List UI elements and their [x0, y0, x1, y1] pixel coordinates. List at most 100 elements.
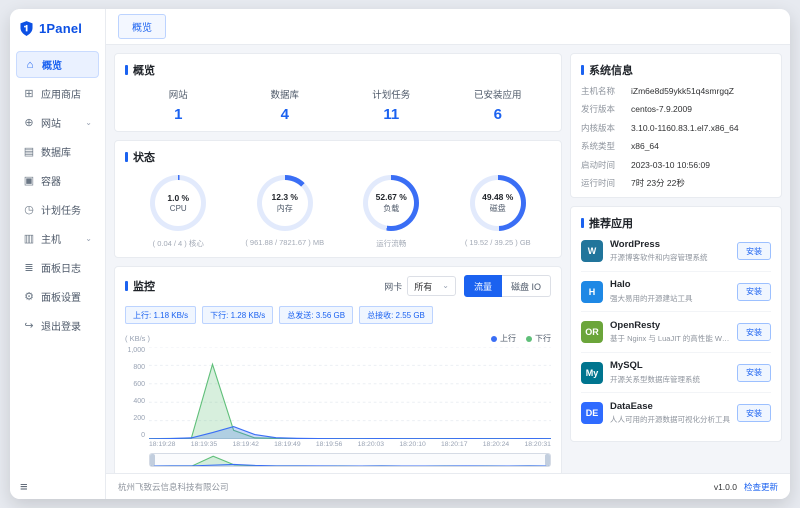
monitor-controls: 网卡 所有 ⌄ 流量 磁盘 IO — [384, 275, 551, 297]
sidebar-item-app-store[interactable]: ⊞ 应用商店 — [16, 80, 99, 107]
recommended-apps-card: 推荐应用 W WordPress 开源博客软件和内容管理系统 安装 H H — [570, 206, 782, 442]
stat-value[interactable]: 1 — [125, 106, 232, 123]
sidebar-item-label: 容器 — [41, 173, 61, 188]
traffic-button[interactable]: 流量 — [464, 275, 502, 297]
gauge-name: CPU — [170, 204, 187, 213]
gauge-subtext: 运行流畅 — [376, 238, 406, 249]
sysinfo-row-uptime: 运行时间 7时 23分 22秒 — [581, 178, 771, 189]
sidebar-item-website[interactable]: ⊕ 网站 ⌄ — [16, 109, 99, 136]
collapse-sidebar-button[interactable]: ≡ — [10, 473, 105, 499]
install-dataease-button[interactable]: 安装 — [737, 404, 771, 422]
app-row-wordpress: W WordPress 开源博客软件和内容管理系统 安装 — [581, 231, 771, 272]
right-column: 系统信息 主机名称 iZm6e8d59ykk51q4smrgqZ 发行版本 ce… — [570, 53, 782, 465]
sidebar-item-overview[interactable]: ⌂ 概览 — [16, 51, 99, 78]
stat-value[interactable]: 11 — [338, 106, 445, 123]
globe-icon: ⊕ — [23, 116, 35, 129]
app-description: 基于 Nginx 与 LuaJIT 的高性能 Web 平台 — [610, 333, 730, 344]
legend-item-up[interactable]: 上行 — [491, 333, 516, 344]
sidebar-item-logout[interactable]: ↪ 退出登录 — [16, 312, 99, 339]
legend-up-dot — [491, 336, 497, 342]
stat-databases: 数据库 4 — [232, 87, 339, 123]
app-description: 强大易用的开源建站工具 — [610, 293, 730, 304]
app-window: 1Panel ⌂ 概览 ⊞ 应用商店 ⊕ 网站 ⌄ ▤ 数据库 ▣ 容器 — [10, 9, 790, 499]
mysql-logo-icon: My — [581, 362, 603, 384]
chevron-down-icon: ⌄ — [85, 118, 92, 127]
sidebar-item-panel-logs[interactable]: ≣ 面板日志 — [16, 254, 99, 281]
gauge-name: 内存 — [277, 203, 293, 214]
nic-select-value: 所有 — [414, 280, 432, 293]
stat-installed-apps: 已安装应用 6 — [445, 87, 552, 123]
gauge-memory-ring: 12.3 % 内存 — [257, 175, 313, 231]
sysinfo-row-arch: 系统类型 x86_64 — [581, 141, 771, 152]
sidebar-item-host[interactable]: ▥ 主机 ⌄ — [16, 225, 99, 252]
dataease-logo-icon: DE — [581, 402, 603, 424]
gauge-value: 49.48 % — [482, 192, 513, 202]
monitor-card-title: 监控 — [125, 278, 155, 294]
y-axis-unit-label: ( KB/s ) — [125, 334, 150, 343]
app-description: 人人可用的开源数据可视化分析工具 — [610, 414, 730, 425]
main-area: 概览 概览 网站 1 数据库 — [106, 9, 790, 499]
brand-shield-icon — [18, 20, 35, 37]
gauge-value: 52.67 % — [376, 192, 407, 202]
chart-legend: 上行 下行 — [491, 333, 551, 344]
app-name: MySQL — [610, 360, 730, 371]
app-row-halo: H Halo 强大易用的开源建站工具 安装 — [581, 272, 771, 313]
nic-label: 网卡 — [384, 280, 402, 293]
recommended-apps-title: 推荐应用 — [581, 215, 771, 231]
app-name: OpenResty — [610, 320, 730, 331]
overview-stats: 网站 1 数据库 4 计划任务 11 已安装应用 — [125, 87, 551, 123]
chart-plot-svg — [149, 347, 551, 439]
tab-overview[interactable]: 概览 — [118, 14, 166, 39]
sidebar-item-database[interactable]: ▤ 数据库 — [16, 138, 99, 165]
brush-right-handle[interactable] — [545, 454, 550, 466]
sidebar-item-label: 面板日志 — [41, 260, 81, 275]
system-info-card: 系统信息 主机名称 iZm6e8d59ykk51q4smrgqZ 发行版本 ce… — [570, 53, 782, 198]
legend-item-down[interactable]: 下行 — [526, 333, 551, 344]
install-openresty-button[interactable]: 安装 — [737, 323, 771, 341]
nic-select[interactable]: 所有 ⌄ — [407, 276, 456, 296]
stat-value[interactable]: 6 — [445, 106, 552, 123]
title-accent-bar — [125, 65, 128, 75]
monitor-card: 监控 网卡 所有 ⌄ 流量 磁盘 IO 上行 — [114, 266, 562, 473]
gauge-cpu: 1.0 % CPU ( 0.04 / 4 ) 核心 — [125, 175, 232, 249]
monitor-icon: ▥ — [23, 232, 35, 245]
chip-download-rate: 下行: 1.28 KB/s — [202, 306, 273, 324]
check-update-link[interactable]: 检查更新 — [744, 481, 778, 493]
brush-left-handle[interactable] — [150, 454, 155, 466]
gauge-cpu-ring: 1.0 % CPU — [150, 175, 206, 231]
company-name: 杭州飞致云信息科技有限公司 — [118, 481, 229, 493]
sidebar-item-label: 主机 — [41, 231, 61, 246]
tab-bar: 概览 — [106, 9, 790, 45]
apps-grid-icon: ⊞ — [23, 87, 35, 100]
stat-value[interactable]: 4 — [232, 106, 339, 123]
disk-io-button[interactable]: 磁盘 IO — [502, 275, 551, 297]
gauge-value: 1.0 % — [167, 193, 189, 203]
chevron-down-icon: ⌄ — [442, 284, 449, 288]
sidebar: 1Panel ⌂ 概览 ⊞ 应用商店 ⊕ 网站 ⌄ ▤ 数据库 ▣ 容器 — [10, 9, 106, 499]
install-mysql-button[interactable]: 安装 — [737, 364, 771, 382]
gauge-disk-ring: 49.48 % 磁盘 — [470, 175, 526, 231]
install-wordpress-button[interactable]: 安装 — [737, 242, 771, 260]
gauge-load: 52.67 % 负载 运行流畅 — [338, 175, 445, 249]
gear-icon: ⚙ — [23, 290, 35, 303]
title-accent-bar — [125, 281, 128, 291]
gauge-subtext: ( 961.88 / 7821.67 ) MB — [245, 238, 324, 247]
sidebar-item-label: 应用商店 — [41, 86, 81, 101]
home-icon: ⌂ — [24, 59, 36, 71]
chip-upload-rate: 上行: 1.18 KB/s — [125, 306, 196, 324]
sysinfo-row-boot-time: 启动时间 2023-03-10 10:56:09 — [581, 160, 771, 171]
sidebar-item-cron[interactable]: ◷ 计划任务 — [16, 196, 99, 223]
sidebar-item-label: 面板设置 — [41, 289, 81, 304]
install-halo-button[interactable]: 安装 — [737, 283, 771, 301]
chart-zoom-brush[interactable] — [149, 453, 551, 467]
halo-logo-icon: H — [581, 281, 603, 303]
app-description: 开源博客软件和内容管理系统 — [610, 252, 730, 263]
traffic-chart: 1,000 800 600 400 200 0 — [125, 347, 551, 439]
app-name: Halo — [610, 279, 730, 290]
sidebar-item-container[interactable]: ▣ 容器 — [16, 167, 99, 194]
footer: 杭州飞致云信息科技有限公司 v1.0.0 检查更新 — [106, 473, 790, 499]
sidebar-item-panel-settings[interactable]: ⚙ 面板设置 — [16, 283, 99, 310]
version-label: v1.0.0 — [714, 482, 737, 492]
sidebar-item-label: 概览 — [42, 57, 62, 72]
legend-down-dot — [526, 336, 532, 342]
